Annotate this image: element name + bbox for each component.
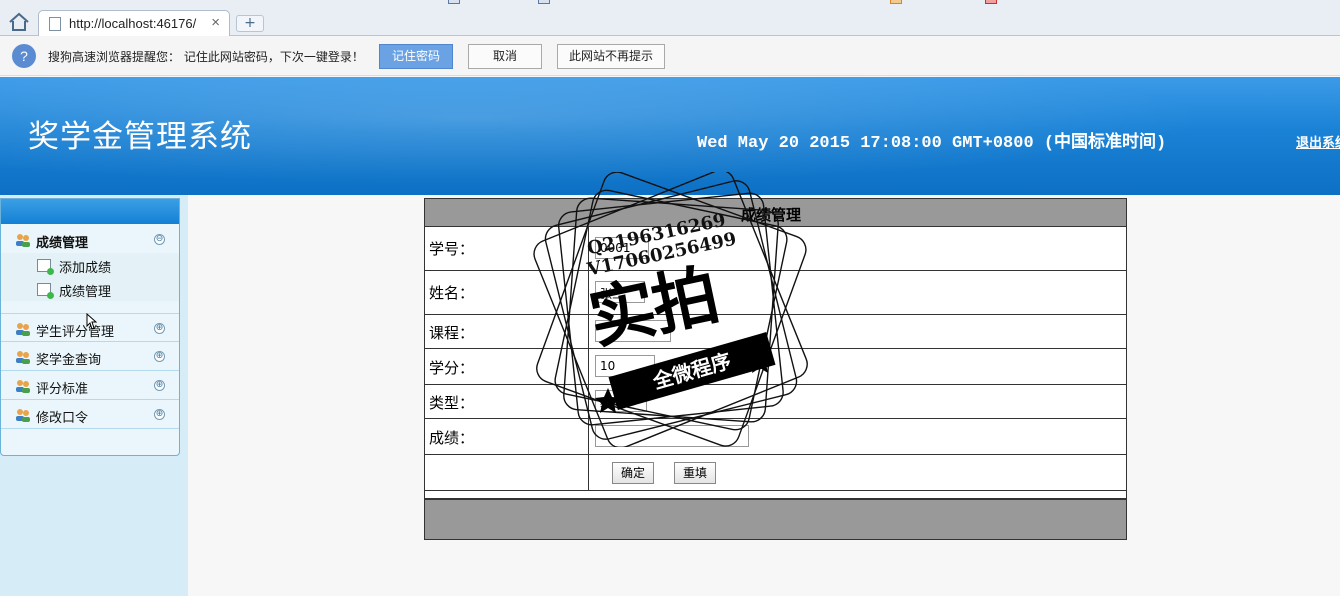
student-id-select[interactable]: 0001 (595, 237, 649, 259)
sidebar-group-label: 学生评分管理 (36, 325, 115, 340)
form-row-name: 姓名： 张三 (425, 271, 1126, 315)
sidebar-group-label: 评分标准 (36, 382, 89, 397)
sidebar-group-scholarship-query[interactable]: 奖学金查询 ⊕ (1, 342, 179, 371)
key-icon: ? (12, 44, 36, 68)
field-label: 成绩： (429, 429, 475, 447)
add-record-icon (37, 259, 54, 275)
expand-icon[interactable]: ⊕ (154, 380, 165, 391)
expand-icon[interactable]: ⊕ (154, 409, 165, 420)
form-row-spacer (425, 491, 1126, 499)
password-bar-message: 搜狗高速浏览器提醒您： 记住此网站密码，下次一键登录！ (48, 50, 364, 64)
field-label: 学号： (429, 240, 475, 258)
bookmark-icon[interactable] (890, 0, 902, 4)
form-row-actions: 确定 重填 (425, 455, 1126, 491)
sidebar-item-label: 添加成绩 (59, 261, 112, 276)
sidebar-group-label: 成绩管理 (36, 236, 89, 251)
remember-password-button[interactable]: 记住密码 (379, 44, 453, 69)
submit-button[interactable]: 确定 (612, 462, 654, 484)
users-icon (16, 323, 30, 336)
sidebar-item-label: 成绩管理 (59, 285, 112, 300)
current-datetime: Wed May 20 2015 17:08:00 GMT+0800 (中国标准时… (697, 134, 1167, 153)
sidebar-group-label: 奖学金查询 (36, 353, 102, 368)
new-tab-button[interactable]: + (236, 15, 264, 32)
header-banner: 奖学金管理系统 Wed May 20 2015 17:08:00 GMT+080… (0, 77, 1340, 195)
sidebar: 成绩管理 ⊖ 添加成绩 成绩管理 学生评分管理 ⊕ 奖学金查询 ⊕ 评分标准 ⊕ (0, 198, 180, 456)
mouse-cursor-icon (86, 313, 97, 330)
users-icon (16, 234, 30, 247)
bookmark-icon[interactable] (538, 0, 550, 4)
browser-tab[interactable]: http://localhost:46176/ × (38, 10, 230, 37)
form-row-type: 类型： 必修 (425, 385, 1126, 419)
form-title: 成绩管理 (741, 206, 802, 224)
credit-field[interactable]: 10 (595, 355, 655, 377)
home-icon[interactable] (8, 12, 30, 32)
sidebar-caption (1, 199, 179, 224)
form-row-course: 课程： (425, 315, 1126, 349)
app-title: 奖学金管理系统 (28, 119, 252, 155)
course-select[interactable] (595, 320, 671, 342)
sidebar-group-grades[interactable]: 成绩管理 ⊖ (1, 225, 179, 254)
field-label: 学分： (429, 359, 475, 377)
users-icon (16, 380, 30, 393)
users-icon (16, 351, 30, 364)
name-field[interactable]: 张三 (595, 281, 645, 303)
sidebar-group-label: 修改口令 (36, 411, 89, 426)
close-tab-icon[interactable]: × (211, 14, 220, 31)
sidebar-item-manage-grades[interactable]: 成绩管理 (1, 277, 179, 301)
form-header: 成绩管理 (425, 199, 1126, 227)
never-prompt-button[interactable]: 此网站不再提示 (557, 44, 665, 69)
users-icon (16, 409, 30, 422)
form-row-student-id: 学号： 0001 (425, 227, 1126, 271)
collapse-icon[interactable]: ⊖ (154, 234, 165, 245)
browser-tab-bar: http://localhost:46176/ × + (0, 0, 1340, 37)
logout-link[interactable]: 退出系统 (1296, 132, 1340, 151)
tab-url: http://localhost:46176/ (69, 16, 197, 31)
reset-button[interactable]: 重填 (674, 462, 716, 484)
form-row-score: 成绩： (425, 419, 1126, 455)
expand-icon[interactable]: ⊕ (154, 351, 165, 362)
field-label: 姓名： (429, 284, 475, 302)
sidebar-item-add-grade[interactable]: 添加成绩 (1, 253, 179, 277)
type-select[interactable]: 必修 (595, 390, 647, 412)
field-label: 类型： (429, 394, 475, 412)
bookmark-icon[interactable] (448, 0, 460, 4)
bookmark-icon[interactable] (985, 0, 997, 4)
page-icon (49, 17, 61, 31)
sidebar-group-change-password[interactable]: 修改口令 ⊕ (1, 400, 179, 429)
expand-icon[interactable]: ⊕ (154, 323, 165, 334)
save-password-bar: ? 搜狗高速浏览器提醒您： 记住此网站密码，下次一键登录！ 记住密码 取消 此网… (0, 36, 1340, 76)
grade-form-table: 成绩管理 学号： 0001 姓名： 张三 课程： 学分： 10 类型： 必修 成… (424, 198, 1127, 540)
field-label: 课程： (429, 324, 475, 342)
cancel-button[interactable]: 取消 (468, 44, 542, 69)
score-field[interactable] (595, 425, 749, 447)
sidebar-group-rating-standard[interactable]: 评分标准 ⊕ (1, 371, 179, 400)
form-row-credit: 学分： 10 (425, 349, 1126, 385)
form-footer (425, 499, 1126, 539)
edit-record-icon (37, 283, 54, 299)
